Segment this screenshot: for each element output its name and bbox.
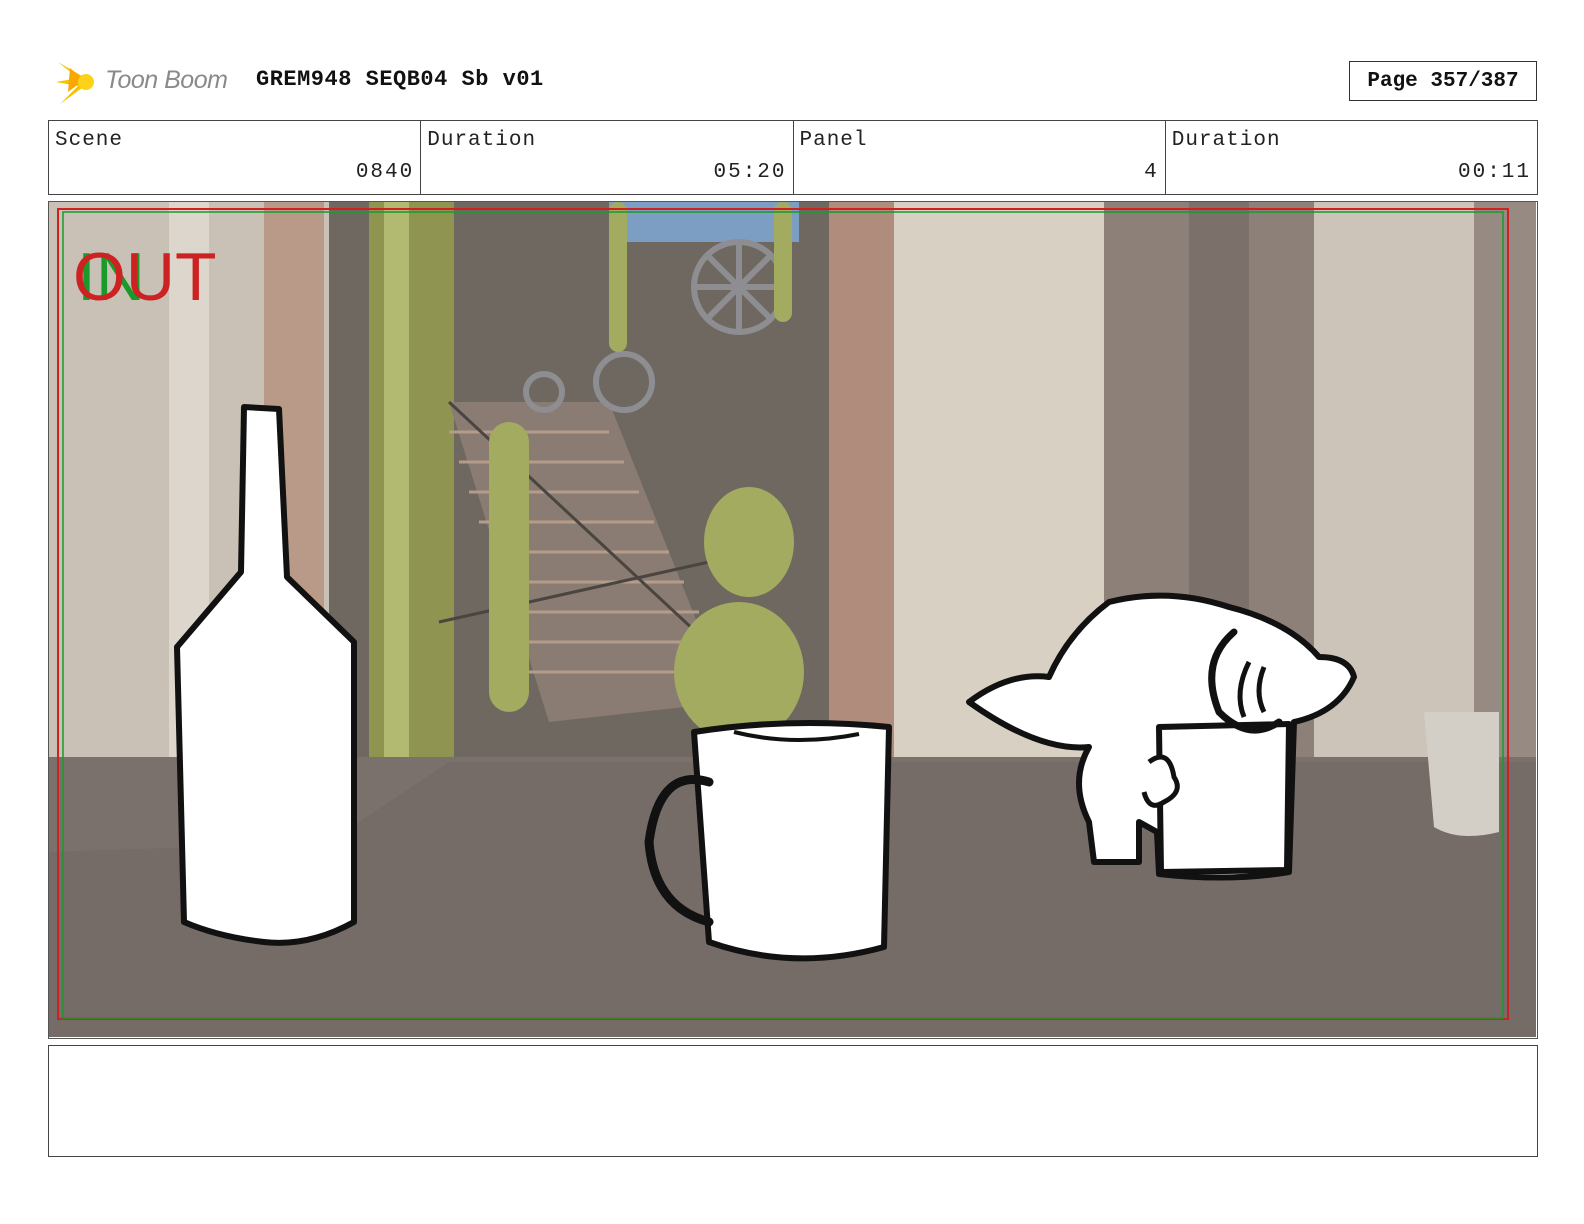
scene-cell: Scene 0840: [49, 121, 422, 194]
scene-duration-value: 05:20: [713, 161, 787, 184]
document-title: GREM948 SEQB04 Sb v01: [256, 67, 544, 92]
pink-pillar: [829, 202, 894, 762]
panel-value: 4: [1144, 161, 1159, 184]
panel-duration-cell: Duration 00:11: [1166, 121, 1537, 194]
scene-info-row: Scene 0840 Duration 05:20 Panel 4 Durati…: [48, 120, 1538, 195]
notes-box: [48, 1045, 1538, 1157]
scene-duration-cell: Duration 05:20: [421, 121, 794, 194]
storyboard-panel: IN OUT: [48, 201, 1538, 1039]
scene-duration-label: Duration: [427, 129, 537, 152]
scene-label: Scene: [55, 129, 124, 152]
panel-duration-label: Duration: [1171, 129, 1281, 152]
logo-text: Toon Boom: [105, 66, 228, 94]
scene-value: 0840: [355, 161, 415, 184]
panel-cell: Panel 4: [794, 121, 1166, 194]
background-cup: [1424, 712, 1499, 836]
panel-label: Panel: [799, 129, 868, 152]
panel-duration-value: 00:11: [1457, 161, 1531, 184]
page-number: Page 357/387: [1349, 61, 1537, 101]
out-marker: OUT: [73, 239, 217, 315]
panel-artwork: IN OUT: [49, 202, 1536, 1037]
green-pillar: [369, 202, 454, 762]
